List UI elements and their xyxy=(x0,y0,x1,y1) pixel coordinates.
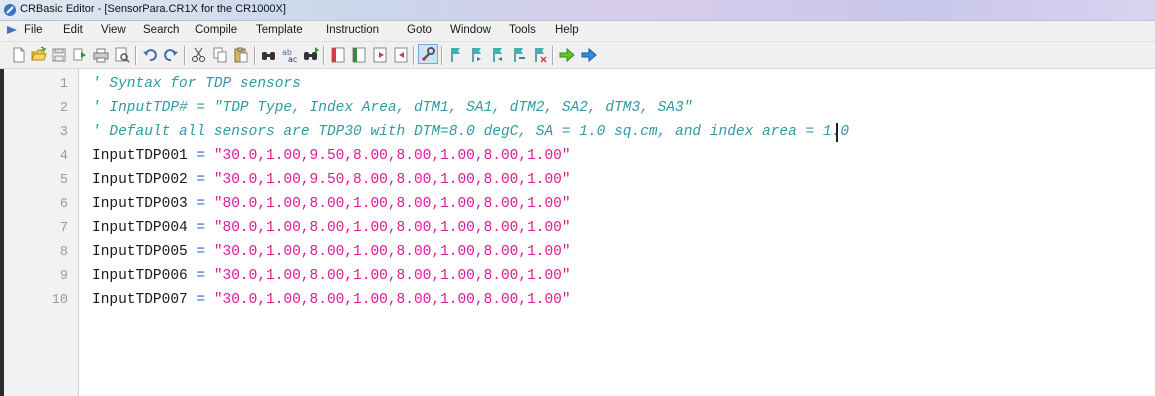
code-operator: = xyxy=(187,148,214,164)
toolbar-separator xyxy=(135,46,137,65)
code-string: "80.0,1.00,8.00,1.00,8.00,1.00,8.00,1.00… xyxy=(213,196,571,212)
code-identifier: InputTDP004 xyxy=(92,220,188,236)
code-comment: ' Default all sensors are TDP30 with DTM… xyxy=(92,124,850,140)
code-operator: = xyxy=(187,196,214,212)
menu-window[interactable]: Window xyxy=(450,24,491,36)
menu-bar: File Edit View Search Compile Template I… xyxy=(0,21,1155,42)
app-icon xyxy=(4,4,16,16)
line-number: 7 xyxy=(59,221,68,236)
code-identifier: InputTDP006 xyxy=(92,268,188,284)
code-line: 8 InputTDP005 = "30.0,1.00,8.00,1.00,8.0… xyxy=(0,241,1155,265)
text-cursor xyxy=(836,123,838,142)
code-operator: = xyxy=(187,220,214,236)
copy-icon[interactable] xyxy=(211,46,229,64)
toolbar-separator xyxy=(184,46,186,65)
print-icon[interactable] xyxy=(92,46,110,64)
next-bookmark-icon[interactable] xyxy=(371,46,389,64)
menu-view[interactable]: View xyxy=(101,24,126,36)
menu-search[interactable]: Search xyxy=(143,24,179,36)
code-identifier: InputTDP003 xyxy=(92,196,188,212)
arrow-right-blue-icon[interactable] xyxy=(580,46,598,64)
menu-file[interactable]: File xyxy=(24,24,43,36)
window-title: CRBasic Editor - [SensorPara.CR1X for th… xyxy=(20,3,286,15)
undo-icon[interactable] xyxy=(141,46,159,64)
menu-edit[interactable]: Edit xyxy=(63,24,83,36)
code-line: 4 InputTDP001 = "30.0,1.00,9.50,8.00,8.0… xyxy=(0,145,1155,169)
line-number: 1 xyxy=(59,77,68,92)
code-line: 6 InputTDP003 = "80.0,1.00,8.00,1.00,8.0… xyxy=(0,193,1155,217)
line-number: 2 xyxy=(59,101,68,116)
menu-help[interactable]: Help xyxy=(555,24,579,36)
flag-next-icon[interactable] xyxy=(510,46,528,64)
code-line: 2 ' InputTDP# = "TDP Type, Index Area, d… xyxy=(0,97,1155,121)
code-line: 7 InputTDP004 = "80.0,1.00,8.00,1.00,8.0… xyxy=(0,217,1155,241)
arrow-right-green-icon[interactable] xyxy=(558,46,576,64)
line-number: 6 xyxy=(59,197,68,212)
line-number: 3 xyxy=(59,125,68,140)
code-string: "30.0,1.00,8.00,1.00,8.00,1.00,8.00,1.00… xyxy=(213,292,571,308)
find-icon[interactable] xyxy=(260,46,278,64)
line-number: 4 xyxy=(59,149,68,164)
code-operator: = xyxy=(187,172,214,188)
paste-icon[interactable] xyxy=(232,46,250,64)
code-line: 9 InputTDP006 = "30.0,1.00,8.00,1.00,8.0… xyxy=(0,265,1155,289)
menu-template[interactable]: Template xyxy=(256,24,303,36)
line-number: 8 xyxy=(59,245,68,260)
toolbar-separator xyxy=(552,46,554,65)
code-identifier: InputTDP002 xyxy=(92,172,188,188)
code-identifier: InputTDP005 xyxy=(92,244,188,260)
wrench-icon[interactable] xyxy=(418,44,438,64)
menu-goto[interactable]: Goto xyxy=(407,24,432,36)
code-editor[interactable]: 1 ' Syntax for TDP sensors 2 ' InputTDP#… xyxy=(0,69,1155,396)
line-number: 5 xyxy=(59,173,68,188)
code-operator: = xyxy=(187,268,214,284)
code-operator: = xyxy=(187,292,214,308)
compile-icon[interactable] xyxy=(71,46,89,64)
code-line: 1 ' Syntax for TDP sensors xyxy=(0,73,1155,97)
code-string: "30.0,1.00,8.00,1.00,8.00,1.00,8.00,1.00… xyxy=(213,268,571,284)
code-comment: ' InputTDP# = "TDP Type, Index Area, dTM… xyxy=(92,100,693,116)
code-identifier: InputTDP007 xyxy=(92,292,188,308)
flag-green-icon[interactable] xyxy=(468,46,486,64)
prev-bookmark-icon[interactable] xyxy=(392,46,410,64)
save-icon[interactable] xyxy=(50,46,68,64)
code-string: "30.0,1.00,9.50,8.00,8.00,1.00,8.00,1.00… xyxy=(213,148,571,164)
find-next-icon[interactable] xyxy=(302,46,320,64)
open-icon[interactable] xyxy=(30,46,48,64)
code-identifier: InputTDP001 xyxy=(92,148,188,164)
toolbar-separator xyxy=(413,46,415,65)
toolbar: ab ac xyxy=(0,42,1155,69)
title-bar: CRBasic Editor - [SensorPara.CR1X for th… xyxy=(0,0,1155,21)
menu-tools[interactable]: Tools xyxy=(509,24,536,36)
system-menu-icon[interactable] xyxy=(6,24,18,36)
toolbar-separator xyxy=(441,46,443,65)
code-line: 10 InputTDP007 = "30.0,1.00,8.00,1.00,8.… xyxy=(0,289,1155,313)
code-string: "80.0,1.00,8.00,1.00,8.00,1.00,8.00,1.00… xyxy=(213,220,571,236)
line-number: 9 xyxy=(59,269,68,284)
svg-text:ac: ac xyxy=(288,55,297,64)
line-number: 10 xyxy=(51,293,68,308)
code-comment: ' Syntax for TDP sensors xyxy=(92,76,301,92)
code-string: "30.0,1.00,8.00,1.00,8.00,1.00,8.00,1.00… xyxy=(213,244,571,260)
code-string: "30.0,1.00,9.50,8.00,8.00,1.00,8.00,1.00… xyxy=(213,172,571,188)
new-icon[interactable] xyxy=(10,46,28,64)
redo-icon[interactable] xyxy=(162,46,180,64)
flag-clear-icon[interactable] xyxy=(531,46,549,64)
code-operator: = xyxy=(187,244,214,260)
replace-icon[interactable]: ab ac xyxy=(281,46,299,64)
cut-icon[interactable] xyxy=(190,46,208,64)
code-line: 5 InputTDP002 = "30.0,1.00,9.50,8.00,8.0… xyxy=(0,169,1155,193)
code-line: 3 ' Default all sensors are TDP30 with D… xyxy=(0,121,1155,145)
menu-compile[interactable]: Compile xyxy=(195,24,237,36)
toolbar-separator xyxy=(323,46,325,65)
flag-icon[interactable] xyxy=(447,46,465,64)
flag-blue-icon[interactable] xyxy=(489,46,507,64)
window-left-edge xyxy=(0,69,4,396)
menu-instruction[interactable]: Instruction xyxy=(326,24,379,36)
bookmark-toggle-icon[interactable] xyxy=(350,46,368,64)
print-preview-icon[interactable] xyxy=(113,46,131,64)
toolbar-separator xyxy=(254,46,256,65)
bookmark-icon[interactable] xyxy=(329,46,347,64)
